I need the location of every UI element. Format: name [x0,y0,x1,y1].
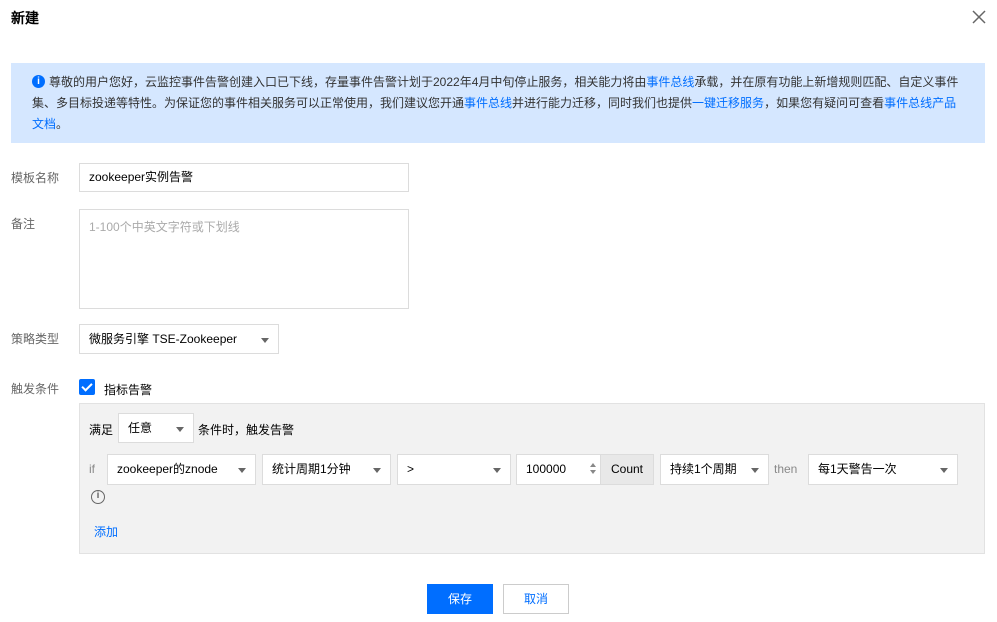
if-label: if [89,462,95,476]
help-info-icon[interactable] [91,490,105,504]
chevron-down-icon [940,468,948,473]
notice-text-part: ，如果您有疑问可查看 [764,96,885,110]
unit-label: Count [600,454,654,485]
notice-text-part: 。 [56,117,69,131]
operator-select[interactable]: > [397,454,511,485]
trigger-condition-label: 触发条件 [11,382,60,396]
duration-select[interactable]: 持续1个周期 [660,454,769,485]
add-condition-link[interactable]: 添加 [94,523,118,540]
chevron-down-icon [176,427,184,432]
chevron-down-icon [261,338,269,343]
satisfy-mode-select[interactable]: 任意 [118,413,194,443]
frequency-value: 每1天警告一次 [818,462,897,476]
close-icon[interactable] [970,8,988,26]
save-button[interactable]: 保存 [427,584,493,614]
frequency-select[interactable]: 每1天警告一次 [808,454,958,485]
chevron-down-icon [238,468,246,473]
deprecation-notice: 尊敬的用户您好，云监控事件告警创建入口已下线，存量事件告警计划于2022年4月中… [11,63,985,143]
remark-textarea[interactable]: 1-100个中英文字符或下划线 [79,209,409,309]
metric-value: zookeeper的znode [117,462,218,476]
operator-value: > [407,462,415,476]
policy-type-value: 微服务引擎 TSE-Zookeeper [89,332,238,346]
chevron-down-icon [493,468,501,473]
dialog-title: 新建 [11,10,39,26]
notice-text-part: 并进行能力迁移，同时我们也提供 [512,96,693,110]
notice-text-part: 尊敬的用户您好，云监控事件告警创建入口已下线，存量事件告警计划于2022年4月中… [49,75,647,89]
notice-text: 尊敬的用户您好，云监控事件告警创建入口已下线，存量事件告警计划于2022年4月中… [32,71,967,135]
eventbridge-link[interactable]: 事件总线 [464,96,512,110]
eventbridge-link[interactable]: 事件总线 [646,75,694,89]
satisfy-suffix: 条件时，触发告警 [198,423,295,437]
metric-alarm-label: 指标告警 [104,383,153,397]
policy-type-select[interactable]: 微服务引擎 TSE-Zookeeper [79,324,279,354]
policy-type-label: 策略类型 [11,332,60,346]
satisfy-mode-value: 任意 [128,421,153,435]
chevron-down-icon [373,468,381,473]
satisfy-label: 满足 [89,423,114,437]
period-select[interactable]: 统计周期1分钟 [262,454,391,485]
then-label: then [774,462,798,476]
threshold-stepper-icon[interactable] [589,461,598,477]
remark-label: 备注 [11,217,36,231]
duration-value: 持续1个周期 [670,462,737,476]
cancel-button[interactable]: 取消 [503,584,569,614]
chevron-down-icon [751,468,759,473]
one-click-migration-link[interactable]: 一键迁移服务 [692,96,764,110]
metric-alarm-checkbox[interactable] [79,379,95,395]
template-name-input[interactable]: zookeeper实例告警 [79,163,409,192]
period-value: 统计周期1分钟 [272,462,351,476]
template-name-label: 模板名称 [11,171,60,185]
metric-select[interactable]: zookeeper的znode [107,454,256,485]
info-icon [32,71,45,92]
